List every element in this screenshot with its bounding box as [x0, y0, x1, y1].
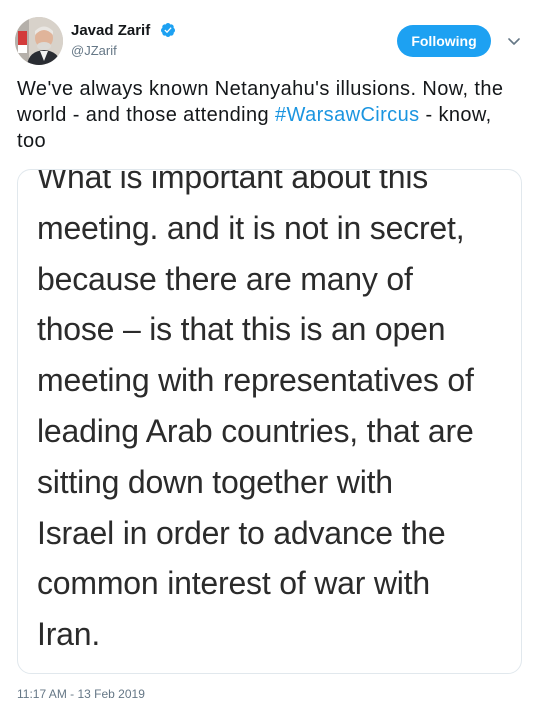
media-line: meeting with representatives of [37, 362, 474, 399]
media-image[interactable]: What is important about this meeting. an… [17, 169, 522, 674]
tweet-timestamp[interactable]: 11:17 AM - 13 Feb 2019 [17, 687, 145, 701]
hashtag-link[interactable]: #WarsawCircus [275, 104, 419, 126]
media-line: because there are many of [37, 260, 413, 297]
media-line: common interest of war with [37, 565, 430, 602]
media-line: leading Arab countries, that are [37, 412, 474, 449]
chevron-down-icon[interactable] [506, 36, 522, 48]
tweet-text: We've always known Netanyahu's illusions… [17, 76, 522, 154]
media-line: those – is that this is an open [37, 311, 446, 348]
media-line: Iran. [37, 616, 101, 653]
media-line: Israel in order to advance the [37, 514, 446, 551]
avatar-photo-icon [15, 17, 63, 65]
avatar[interactable] [15, 17, 63, 65]
media-line: What is important about this [37, 169, 429, 195]
display-name[interactable]: Javad Zarif [71, 22, 150, 39]
media-line: sitting down together with [37, 463, 393, 500]
media-line: meeting. and it is not in secret, [37, 209, 465, 246]
media-image-text: What is important about this meeting. an… [37, 169, 521, 660]
user-handle[interactable]: @JZarif [71, 43, 117, 58]
following-button[interactable]: Following [397, 25, 491, 57]
verified-badge-icon [160, 23, 175, 37]
